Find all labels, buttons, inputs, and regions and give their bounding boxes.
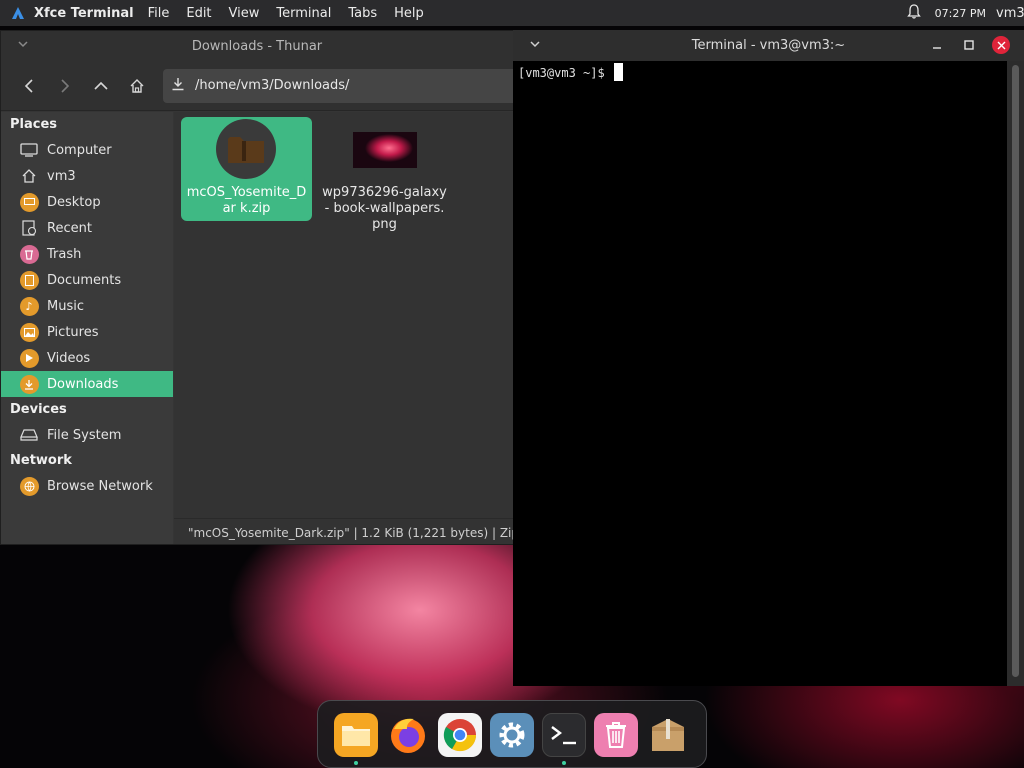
shell-prompt: [vm3@vm3 ~]$	[518, 66, 612, 80]
xfce-logo-icon[interactable]	[10, 5, 26, 21]
places-heading: Places	[10, 117, 58, 132]
minimize-button[interactable]	[930, 38, 944, 52]
top-panel: Xfce Terminal File Edit View Terminal Ta…	[0, 0, 1024, 26]
files-icon[interactable]	[334, 713, 378, 757]
sidebar-item-videos[interactable]: Videos	[1, 345, 173, 371]
side-pane: Places Computer vm3 Desktop Recent Trash…	[1, 112, 173, 544]
home-icon	[19, 166, 39, 186]
sidebar-item-trash[interactable]: Trash	[1, 241, 173, 267]
chrome-icon[interactable]	[438, 713, 482, 757]
sidebar-item-label: Trash	[47, 246, 82, 262]
thunar-toolbar: /home/vm3/Downloads/	[1, 61, 513, 111]
sidebar-item-home[interactable]: vm3	[1, 163, 173, 189]
sidebar-item-downloads[interactable]: Downloads	[1, 371, 173, 397]
archive-icon[interactable]	[646, 713, 690, 757]
thunar-window: Downloads - Thunar /home/vm3/Downloads/ …	[0, 30, 514, 545]
menu-help[interactable]: Help	[394, 6, 424, 21]
home-button[interactable]	[119, 68, 155, 104]
sidebar-item-label: Desktop	[47, 194, 101, 210]
active-app-title[interactable]: Xfce Terminal	[34, 6, 134, 21]
settings-icon[interactable]	[490, 713, 534, 757]
computer-icon	[19, 140, 39, 160]
sidebar-item-label: Browse Network	[47, 478, 153, 494]
firefox-icon[interactable]	[386, 713, 430, 757]
download-icon	[171, 77, 185, 95]
sidebar-item-label: Computer	[47, 142, 112, 158]
file-item-png[interactable]: wp9736296-galaxy- book-wallpapers.png	[319, 117, 450, 232]
sidebar-item-label: File System	[47, 427, 122, 443]
sidebar-item-music[interactable]: ♪ Music	[1, 293, 173, 319]
forward-button[interactable]	[47, 68, 83, 104]
back-button[interactable]	[11, 68, 47, 104]
text-cursor	[613, 63, 623, 81]
location-bar[interactable]: /home/vm3/Downloads/	[163, 68, 513, 103]
downloads-icon	[19, 374, 39, 394]
file-name: mcOS_Yosemite_Dar k.zip	[186, 185, 307, 216]
recent-icon	[19, 218, 39, 238]
file-name: wp9736296-galaxy- book-wallpapers.png	[322, 185, 447, 232]
sidebar-item-label: vm3	[47, 168, 76, 184]
sidebar-item-desktop[interactable]: Desktop	[1, 189, 173, 215]
terminal-scrollbar[interactable]	[1007, 61, 1024, 686]
location-path: /home/vm3/Downloads/	[195, 78, 350, 93]
pictures-icon	[19, 322, 39, 342]
terminal-window: Terminal - vm3@vm3:~ [vm3@vm3 ~]$	[513, 30, 1024, 686]
chevron-down-icon[interactable]	[17, 38, 29, 54]
menu-edit[interactable]: Edit	[186, 6, 211, 21]
devices-heading: Devices	[10, 402, 67, 417]
trash-icon	[19, 244, 39, 264]
sidebar-item-pictures[interactable]: Pictures	[1, 319, 173, 345]
user-menu[interactable]: vm3	[996, 6, 1024, 21]
status-bar: "mcOS_Yosemite_Dark.zip" | 1.2 KiB (1,22…	[174, 518, 513, 544]
sidebar-item-file-system[interactable]: File System	[1, 422, 173, 448]
drive-icon	[19, 425, 39, 445]
sidebar-item-documents[interactable]: Documents	[1, 267, 173, 293]
chevron-down-icon[interactable]	[529, 38, 541, 54]
thunar-title: Downloads - Thunar	[191, 38, 323, 54]
menu-tabs[interactable]: Tabs	[348, 6, 377, 21]
terminal-body[interactable]: [vm3@vm3 ~]$	[513, 61, 1007, 686]
sidebar-item-computer[interactable]: Computer	[1, 137, 173, 163]
file-item-zip[interactable]: mcOS_Yosemite_Dar k.zip	[181, 117, 312, 221]
sidebar-item-label: Recent	[47, 220, 92, 236]
trash-icon[interactable]	[594, 713, 638, 757]
sidebar-item-recent[interactable]: Recent	[1, 215, 173, 241]
terminal-icon[interactable]	[542, 713, 586, 757]
notification-bell-icon[interactable]	[906, 3, 921, 23]
sidebar-item-label: Pictures	[47, 324, 99, 340]
sidebar-item-label: Music	[47, 298, 84, 314]
documents-icon	[19, 270, 39, 290]
dock	[317, 700, 707, 768]
clock[interactable]: 07:27 PM	[935, 7, 986, 20]
network-icon	[19, 476, 39, 496]
archive-icon	[216, 119, 276, 179]
up-button[interactable]	[83, 68, 119, 104]
sidebar-item-label: Downloads	[47, 376, 119, 392]
maximize-button[interactable]	[962, 38, 976, 52]
sidebar-item-browse-network[interactable]: Browse Network	[1, 473, 173, 499]
videos-icon	[19, 348, 39, 368]
thunar-titlebar[interactable]: Downloads - Thunar	[1, 31, 513, 61]
file-view[interactable]: mcOS_Yosemite_Dar k.zip wp9736296-galaxy…	[174, 112, 513, 518]
desktop-icon	[19, 192, 39, 212]
running-indicator	[354, 761, 358, 765]
music-icon: ♪	[19, 296, 39, 316]
terminal-title: Terminal - vm3@vm3:~	[691, 38, 846, 53]
sidebar-item-label: Videos	[47, 350, 91, 366]
running-indicator	[562, 761, 566, 765]
network-heading: Network	[10, 453, 72, 468]
image-thumbnail	[353, 132, 417, 168]
menu-terminal[interactable]: Terminal	[276, 6, 331, 21]
scrollbar-thumb[interactable]	[1012, 65, 1019, 677]
menu-file[interactable]: File	[148, 6, 170, 21]
menu-view[interactable]: View	[229, 6, 260, 21]
terminal-titlebar[interactable]: Terminal - vm3@vm3:~	[513, 30, 1024, 61]
close-button[interactable]	[992, 36, 1010, 54]
sidebar-item-label: Documents	[47, 272, 122, 288]
